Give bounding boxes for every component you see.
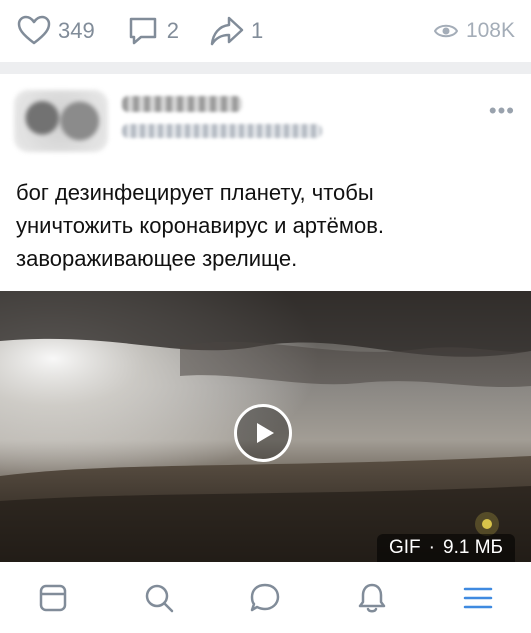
post-text: бог дезинфецирует планету, чтобы уничтож…: [16, 176, 516, 275]
gif-size: 9.1 МБ: [443, 537, 503, 558]
like-count: 349: [58, 18, 95, 43]
tab-news[interactable]: [36, 581, 70, 615]
search-icon: [146, 584, 174, 612]
gif-media[interactable]: GIF · 9.1 МБ: [0, 291, 531, 562]
comment-icon: [129, 17, 156, 45]
gif-label: GIF: [389, 537, 421, 558]
heart-icon: [17, 15, 51, 45]
like-button[interactable]: 349: [16, 13, 95, 49]
gif-badge: GIF · 9.1 МБ: [377, 534, 515, 562]
share-count: 1: [250, 18, 264, 43]
share-button[interactable]: 1: [209, 13, 263, 49]
more-options-icon[interactable]: •••: [489, 98, 515, 124]
post-text-line: уничтожить коронавирус и артёмов.: [16, 213, 385, 238]
comment-button[interactable]: 2: [125, 13, 179, 49]
author-name-blurred[interactable]: [122, 96, 242, 112]
post-card: ••• бог дезинфецирует планету, чтобы уни…: [0, 74, 531, 562]
tab-menu[interactable]: [461, 581, 495, 615]
views-count: 108K: [465, 19, 515, 42]
tab-messages[interactable]: [248, 581, 282, 615]
comment-count: 2: [166, 18, 179, 43]
post-date-blurred: [122, 124, 322, 138]
tab-notifications[interactable]: [355, 581, 389, 615]
avatar-blurred[interactable]: [14, 90, 108, 152]
post-header: •••: [14, 88, 517, 154]
messages-icon: [251, 583, 280, 611]
eye-icon: [433, 24, 458, 38]
menu-icon: [463, 587, 493, 608]
share-icon: [210, 16, 244, 46]
post-text-line: бог дезинфецирует планету, чтобы: [16, 180, 374, 205]
post-actions-bar: 349 2 1 108K: [0, 0, 531, 62]
play-button[interactable]: [234, 404, 292, 462]
views-counter: 108K: [433, 19, 515, 43]
tab-search[interactable]: [142, 581, 176, 615]
bottom-tab-bar: [0, 562, 531, 633]
post-text-line: завораживающее зрелище.: [16, 246, 298, 271]
bell-icon: [358, 583, 385, 612]
badge-separator: ·: [428, 537, 435, 558]
play-icon: [257, 423, 274, 443]
news-feed-icon: [39, 584, 67, 611]
